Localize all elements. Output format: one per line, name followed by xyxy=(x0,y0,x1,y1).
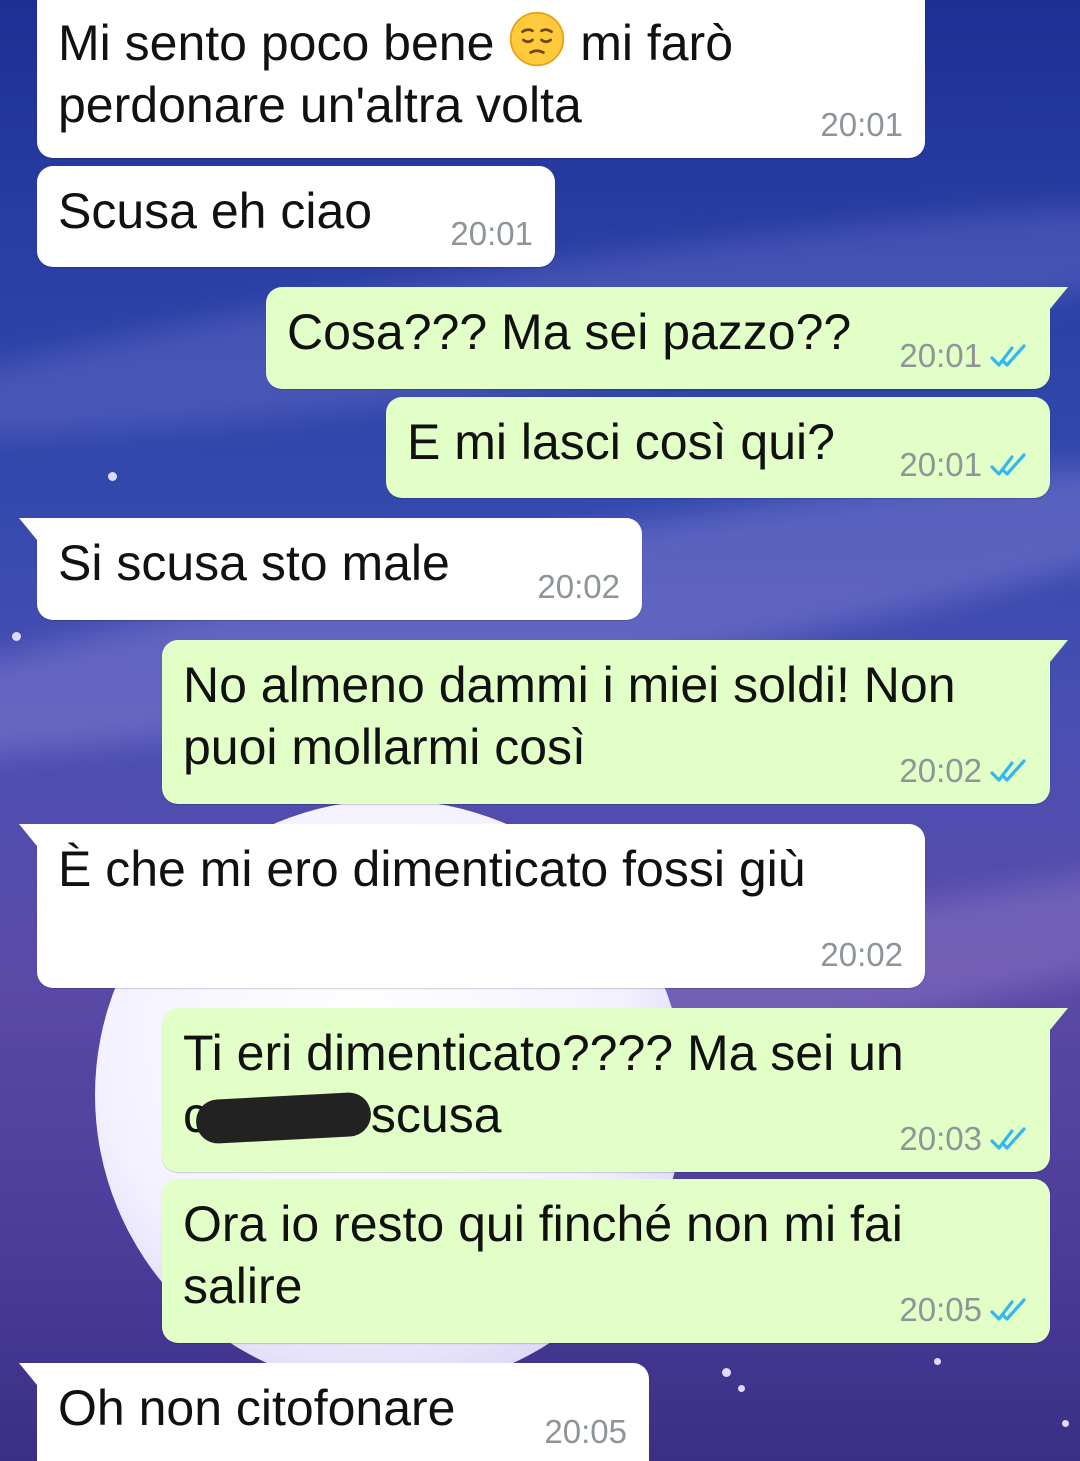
message-timestamp: 20:02 xyxy=(537,568,620,605)
message-outgoing[interactable]: Cosa??? Ma sei pazzo?? 20:01 xyxy=(266,287,1068,389)
message-outgoing[interactable]: Ora io resto qui finché non mi fai salir… xyxy=(162,1179,1050,1343)
message-timestamp: 20:01 xyxy=(899,337,982,374)
message-text: scusa xyxy=(357,1087,502,1143)
message-incoming[interactable]: Si scusa sto male 20:02 xyxy=(19,518,642,620)
message-incoming[interactable]: Mi sento poco bene mi farò perdonare un'… xyxy=(37,0,925,158)
message-outgoing[interactable]: No almeno dammi i miei soldi! Non puoi m… xyxy=(162,640,1068,804)
message-timestamp: 20:02 xyxy=(899,752,982,789)
read-receipt-double-check-icon xyxy=(990,759,1026,782)
read-receipt-double-check-icon xyxy=(990,453,1026,476)
message-incoming[interactable]: È che mi ero dimenticato fossi giù 20:02 xyxy=(19,824,925,988)
message-text: Oh non citofonare xyxy=(58,1380,456,1436)
message-incoming[interactable]: Scusa eh ciao 20:01 xyxy=(37,166,555,267)
message-outgoing[interactable]: E mi lasci così qui? 20:01 xyxy=(386,397,1050,498)
message-outgoing[interactable]: Ti eri dimenticato???? Ma sei un c scusa… xyxy=(162,1008,1068,1172)
chat-conversation[interactable]: Mi sento poco bene mi farò perdonare un'… xyxy=(0,0,1080,1461)
message-timestamp: 20:01 xyxy=(899,446,982,483)
read-receipt-double-check-icon xyxy=(990,1127,1026,1150)
message-timestamp: 20:02 xyxy=(820,936,903,973)
read-receipt-double-check-icon xyxy=(990,1298,1026,1321)
redaction-mark xyxy=(194,1091,373,1145)
message-text: È che mi ero dimenticato fossi giù xyxy=(58,841,806,897)
message-timestamp: 20:05 xyxy=(899,1291,982,1328)
message-text: Mi sento poco bene xyxy=(58,15,509,71)
pensive-face-emoji-icon xyxy=(510,11,565,67)
message-timestamp: 20:05 xyxy=(544,1413,627,1450)
message-incoming[interactable]: Oh non citofonare 20:05 xyxy=(19,1363,649,1461)
message-timestamp: 20:01 xyxy=(820,106,903,143)
message-timestamp: 20:03 xyxy=(899,1120,982,1157)
message-timestamp: 20:01 xyxy=(450,215,533,252)
message-text: Si scusa sto male xyxy=(58,535,450,591)
read-receipt-double-check-icon xyxy=(990,344,1026,367)
